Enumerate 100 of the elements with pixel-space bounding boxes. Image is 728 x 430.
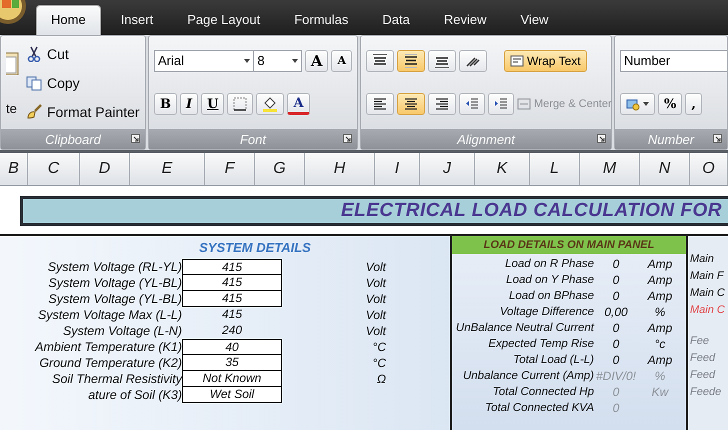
vertical-align-button[interactable] xyxy=(397,50,425,72)
column-header[interactable]: G xyxy=(255,153,305,185)
italic-button[interactable]: I xyxy=(180,93,198,116)
currency-button[interactable] xyxy=(620,93,655,116)
field-label: Expected Temp Rise xyxy=(487,338,594,350)
dialog-launcher-icon[interactable] xyxy=(131,134,140,143)
vertical-align-button[interactable] xyxy=(428,50,456,72)
field-label: Main xyxy=(690,252,715,267)
column-header[interactable]: E xyxy=(130,153,205,185)
unit-label: Volt xyxy=(364,260,386,274)
column-header[interactable]: N xyxy=(640,153,690,185)
input-cell[interactable]: 415 xyxy=(182,259,282,275)
column-header[interactable]: L xyxy=(530,153,580,185)
column-header[interactable]: M xyxy=(580,153,640,185)
font-size-field[interactable]: 8 xyxy=(253,50,302,72)
group-label: Clipboard xyxy=(45,132,101,146)
field-label: Feed xyxy=(690,368,716,383)
orientation-button[interactable] xyxy=(459,50,487,72)
percent-button[interactable]: % xyxy=(658,93,682,116)
field-label: Main C xyxy=(690,286,726,301)
underline-button[interactable]: U xyxy=(201,93,224,116)
unit-label: Volt xyxy=(364,308,386,322)
input-cell[interactable]: 415 xyxy=(182,275,282,291)
comma-button[interactable]: , xyxy=(685,93,702,116)
field-label: Main C xyxy=(690,303,726,318)
field-label: Feede xyxy=(690,385,722,400)
font-color-button[interactable]: A xyxy=(287,93,310,116)
column-header[interactable]: I xyxy=(375,153,420,185)
scissors-icon xyxy=(26,46,42,62)
align-icon xyxy=(434,96,450,112)
ribbon-tab[interactable]: Data xyxy=(368,6,424,35)
field-label: Voltage Difference xyxy=(498,306,594,318)
input-cell[interactable]: Wet Soil xyxy=(182,387,282,403)
wrap-text-button[interactable]: Wrap Text xyxy=(504,50,587,72)
unit-label: Volt xyxy=(364,324,386,338)
field-label: Ground Temperature (K2) xyxy=(38,356,182,370)
field-label: Unbalance Current (Amp) xyxy=(462,370,594,382)
column-header[interactable]: C xyxy=(28,153,80,185)
unit-label: Kw xyxy=(650,385,670,399)
column-header[interactable]: B xyxy=(0,153,28,185)
field-label: System Voltage (YL-BL) xyxy=(47,276,182,290)
value-cell-text: 0 xyxy=(612,257,620,271)
unit-label: Volt xyxy=(364,276,386,290)
paste-button[interactable]: te xyxy=(6,39,20,126)
column-header[interactable]: H xyxy=(305,153,375,185)
caret-icon xyxy=(292,58,298,63)
input-cell[interactable]: Not Known xyxy=(182,371,282,387)
dialog-launcher-icon[interactable] xyxy=(343,134,352,143)
decrease-indent-button[interactable] xyxy=(459,93,485,116)
value-cell-text: 0 xyxy=(612,321,620,335)
bold-button[interactable]: B xyxy=(154,93,177,116)
field-label: System Voltage (L-N) xyxy=(62,324,182,338)
vertical-align-button[interactable] xyxy=(366,50,394,72)
borders-button[interactable] xyxy=(227,93,254,116)
field-label: Ambient Temperature (K1) xyxy=(34,340,182,354)
field-label: Load on R Phase xyxy=(504,258,594,270)
ribbon-tab[interactable]: Home xyxy=(36,5,101,35)
field-label: Main F xyxy=(690,269,725,284)
input-cell[interactable]: 40 xyxy=(182,339,282,355)
value-cell-text: #DIV/0! xyxy=(594,369,638,383)
dialog-launcher-icon[interactable] xyxy=(597,134,606,143)
caret-icon xyxy=(643,102,649,106)
horizontal-align-button[interactable] xyxy=(428,93,456,116)
column-header[interactable]: J xyxy=(420,153,475,185)
align-icon xyxy=(403,52,419,69)
increase-indent-button[interactable] xyxy=(488,93,514,116)
column-header[interactable]: O xyxy=(690,153,728,185)
ribbon-tab[interactable]: Page Layout xyxy=(173,6,274,35)
ribbon-tab[interactable]: Formulas xyxy=(280,6,362,35)
field-label: Total Connected KVA xyxy=(484,402,594,414)
fill-color-button[interactable] xyxy=(256,93,284,116)
column-header[interactable]: F xyxy=(205,153,255,185)
column-header[interactable]: D xyxy=(80,153,130,185)
unit-label: % xyxy=(654,369,666,383)
input-cell[interactable]: 415 xyxy=(182,291,282,307)
value-cell-text: 0 xyxy=(612,289,620,303)
input-cell[interactable]: 35 xyxy=(182,355,282,371)
shrink-font-button[interactable]: A xyxy=(331,50,352,72)
field-label: Soil Thermal Resistivity xyxy=(51,372,182,386)
clipboard-button[interactable]: Cut xyxy=(26,46,140,62)
ribbon-tab[interactable]: Insert xyxy=(106,6,168,35)
value-cell-text: 415 xyxy=(220,307,244,323)
number-format-field[interactable]: Number xyxy=(620,50,727,72)
clipboard-button[interactable]: Format Painter xyxy=(26,104,140,120)
field-label: Fee xyxy=(690,334,710,349)
font-name-field[interactable]: Arial xyxy=(154,50,254,72)
value-cell-text: 0 xyxy=(612,385,620,399)
ribbon-tab[interactable]: View xyxy=(506,6,562,35)
field-label: System Voltage (RL-YL) xyxy=(46,260,182,274)
field-label: Feed xyxy=(690,351,716,366)
clipboard-button[interactable]: Copy xyxy=(26,74,140,90)
ribbon-tab[interactable]: Review xyxy=(430,6,500,35)
horizontal-align-button[interactable] xyxy=(366,93,394,116)
align-icon xyxy=(372,96,388,112)
grow-font-button[interactable]: A xyxy=(304,50,328,72)
dialog-launcher-icon[interactable] xyxy=(713,134,722,143)
horizontal-align-button[interactable] xyxy=(397,93,425,116)
field-label: Total Connected Hp xyxy=(492,386,594,398)
column-header[interactable]: K xyxy=(475,153,530,185)
unit-label: Amp xyxy=(646,353,674,367)
